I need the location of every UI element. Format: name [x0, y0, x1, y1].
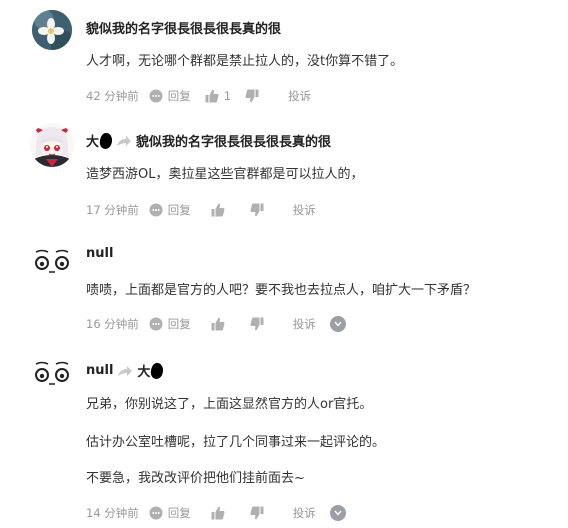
reply-arrow-icon [118, 365, 133, 376]
timestamp: 16 分钟前 [86, 317, 139, 331]
report-button[interactable]: 投诉 [293, 505, 316, 521]
more-icon[interactable] [329, 505, 346, 521]
like-count: 1 [223, 89, 232, 103]
thumbs-down-icon [250, 203, 264, 217]
comment-header: null 大 [86, 361, 165, 380]
thumbs-up-icon [211, 203, 225, 217]
comment-text-line-1: 兄弟，你别说这了，上面这显然官方的人or官托。 [86, 397, 373, 412]
comment-actions: 16 分钟前 回复 投诉 [86, 316, 346, 332]
comment-icon [149, 317, 163, 331]
comment-icon [149, 506, 163, 520]
comment-icon [149, 203, 163, 217]
report-button[interactable]: 投诉 [293, 316, 316, 332]
comment-icon [149, 89, 163, 103]
comment-header: 大 貌似我的名字很長很長很長真的很 [86, 131, 331, 150]
comment-text-line-3: 不要急，我改改评价把他们挂前面去~ [86, 471, 305, 486]
avatar[interactable] [32, 243, 72, 283]
redaction-mark [98, 131, 114, 150]
dislike-button[interactable] [250, 506, 269, 520]
reply-button[interactable]: 回复 [149, 505, 191, 521]
comment-header: 貌似我的名字很長很長很長真的很 [86, 18, 281, 37]
like-button[interactable] [211, 203, 230, 217]
avatar[interactable] [32, 355, 72, 395]
comment-text: 啧啧，上面都是官方的人吧？要不我也去拉点人，咱扩大一下矛盾？ [86, 283, 477, 298]
comment-text: 造梦西游OL，奥拉星这些官群都是可以拉人的， [86, 167, 364, 182]
thumbs-up-icon [205, 89, 219, 103]
username[interactable]: null [86, 363, 113, 378]
redaction-mark [149, 361, 165, 380]
eyes-avatar-image [32, 243, 72, 283]
thumbs-up-icon [211, 317, 225, 331]
reply-to-username[interactable]: 貌似我的名字很長很長很長真的很 [136, 131, 331, 150]
username[interactable]: 大 [86, 131, 99, 150]
avatar[interactable] [30, 123, 74, 167]
like-button[interactable]: 1 [205, 89, 231, 103]
anime-avatar-image [30, 123, 74, 167]
thumbs-up-icon [211, 506, 225, 520]
like-button[interactable] [211, 506, 230, 520]
report-label: 投诉 [288, 89, 312, 103]
more-icon[interactable] [329, 316, 346, 332]
report-button[interactable]: 投诉 [293, 202, 316, 218]
comment-header: null [86, 246, 113, 261]
reply-button[interactable]: 回复 [149, 316, 191, 332]
thumbs-down-icon [250, 317, 264, 331]
username[interactable]: 貌似我的名字很長很長很長真的很 [86, 18, 281, 37]
reply-to-username[interactable]: 大 [137, 361, 150, 380]
comment-actions: 14 分钟前 回复 投诉 [86, 505, 346, 521]
comment-actions: 42 分钟前 回复 1 投诉 [86, 88, 325, 104]
comment-text: 人才啊，无论哪个群都是禁止拉人的，没t你算不错了。 [86, 54, 404, 69]
thumbs-down-icon [250, 506, 264, 520]
timestamp: 17 分钟前 [86, 203, 139, 217]
dislike-button[interactable] [250, 203, 269, 217]
timestamp: 42 分钟前 [86, 89, 139, 103]
report-label: 投诉 [292, 317, 316, 331]
timestamp: 14 分钟前 [86, 506, 139, 520]
avatar[interactable] [32, 10, 72, 50]
username[interactable]: null [86, 246, 113, 261]
comment-actions: 17 分钟前 回复 投诉 [86, 202, 330, 218]
report-label: 投诉 [292, 506, 316, 520]
reply-label: 回复 [167, 203, 191, 217]
reply-button[interactable]: 回复 [149, 88, 191, 104]
reply-button[interactable]: 回复 [149, 202, 191, 218]
eyes-avatar-image [32, 355, 72, 395]
thumbs-down-icon [245, 89, 259, 103]
dislike-button[interactable] [245, 89, 264, 103]
report-button[interactable]: 投诉 [288, 88, 311, 104]
like-button[interactable] [211, 317, 230, 331]
reply-label: 回复 [167, 506, 191, 520]
reply-label: 回复 [167, 317, 191, 331]
reply-arrow-icon [117, 135, 132, 146]
comment-text-line-2: 估计办公室吐槽呢，拉了几个同事过来一起评论的。 [86, 435, 386, 450]
report-label: 投诉 [292, 203, 316, 217]
flower-avatar-image [32, 10, 72, 50]
dislike-button[interactable] [250, 317, 269, 331]
reply-label: 回复 [167, 89, 191, 103]
